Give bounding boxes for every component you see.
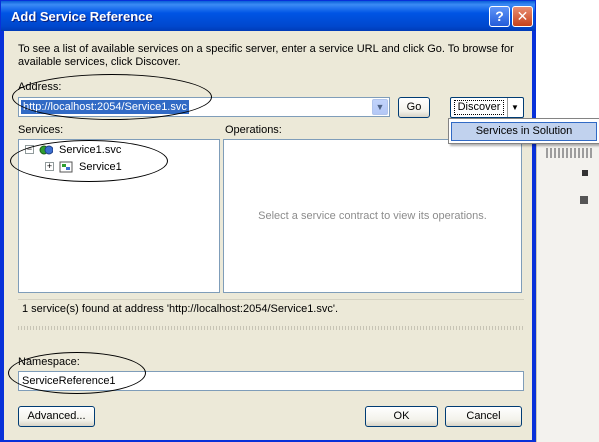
address-value[interactable]: http://localhost:2054/Service1.svc [21, 100, 189, 114]
address-combobox[interactable]: http://localhost:2054/Service1.svc ▼ [18, 97, 390, 117]
dialog-client-area: To see a list of available services on a… [4, 31, 532, 440]
background-text [546, 148, 592, 158]
go-button[interactable]: Go [398, 97, 430, 118]
service-file-icon [39, 145, 53, 155]
status-divider [18, 326, 524, 330]
cancel-button[interactable]: Cancel [445, 406, 522, 427]
tree-item-label: Service1.svc [59, 144, 122, 156]
status-panel: 1 service(s) found at address 'http://lo… [18, 299, 524, 325]
operations-empty-message: Select a service contract to view its op… [258, 210, 487, 222]
status-text: 1 service(s) found at address 'http://lo… [22, 303, 339, 315]
advanced-button[interactable]: Advanced... [18, 406, 95, 427]
operations-list[interactable]: Select a service contract to view its op… [223, 139, 522, 293]
chevron-down-icon[interactable]: ▼ [372, 99, 388, 115]
tree-item-service1[interactable]: + Service1 [45, 160, 215, 174]
background-glyph [580, 196, 588, 204]
help-button[interactable]: ? [489, 6, 510, 27]
menu-item-services-in-solution[interactable]: Services in Solution [451, 122, 597, 141]
close-icon: ✕ [516, 8, 529, 24]
expand-icon[interactable]: + [45, 162, 54, 171]
ok-button[interactable]: OK [365, 406, 438, 427]
namespace-input[interactable]: ServiceReference1 [18, 371, 524, 391]
address-label: Address: [18, 81, 62, 93]
chevron-down-icon[interactable]: ▼ [511, 98, 519, 117]
discover-button-label[interactable]: Discover [454, 100, 504, 115]
collapse-icon[interactable]: − [25, 145, 34, 154]
split-divider [507, 98, 508, 117]
services-label: Services: [18, 124, 64, 136]
add-service-reference-dialog: Add Service Reference ? ✕ To see a list … [0, 0, 536, 442]
title-bar[interactable]: Add Service Reference ? ✕ [1, 1, 535, 31]
close-button[interactable]: ✕ [512, 6, 533, 27]
tree-item-service1-svc[interactable]: − Service1.svc [25, 143, 215, 157]
tree-item-label: Service1 [79, 161, 122, 173]
help-icon: ? [495, 8, 504, 24]
operations-label: Operations: [225, 124, 282, 136]
discover-split-button[interactable]: Discover ▼ [450, 97, 524, 118]
discover-dropdown-menu: Services in Solution [448, 118, 599, 144]
namespace-label: Namespace: [18, 356, 80, 368]
background-glyph [582, 170, 588, 176]
service-class-icon [59, 161, 73, 173]
services-tree[interactable]: − Service1.svc + Service1 [18, 139, 220, 293]
instructions-text: To see a list of available services on a… [18, 43, 514, 68]
dialog-title: Add Service Reference [11, 9, 153, 24]
background-panel [536, 138, 599, 442]
